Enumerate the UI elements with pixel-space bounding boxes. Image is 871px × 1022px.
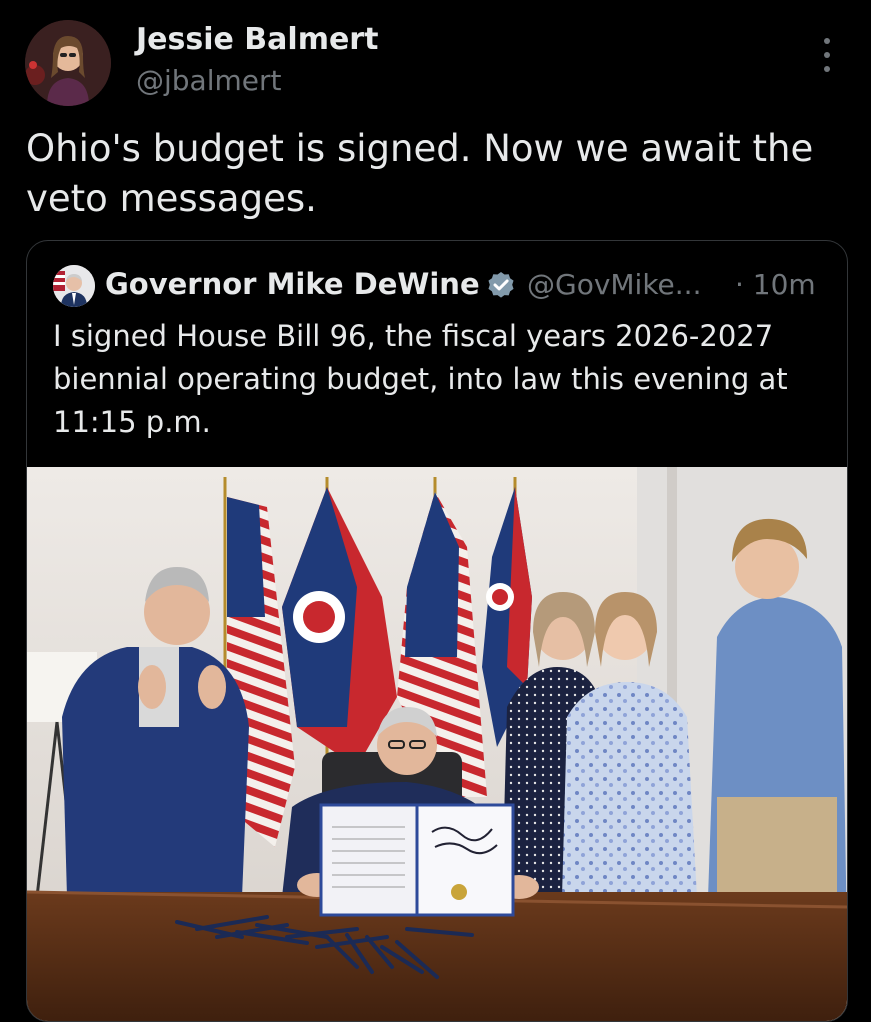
quoted-author-name[interactable]: Governor Mike DeWine <box>105 267 480 301</box>
verified-badge-icon <box>488 272 514 298</box>
quoted-author-avatar[interactable] <box>53 265 95 307</box>
quoted-tweet-text: I signed House Bill 96, the fiscal years… <box>53 319 788 439</box>
quoted-timestamp[interactable]: · 10m <box>735 268 816 301</box>
author-avatar[interactable] <box>25 20 111 106</box>
bill-signing-photo[interactable] <box>27 467 847 1021</box>
quoted-tweet-card[interactable]: Governor Mike DeWine @GovMike... · 10m I… <box>26 240 848 1022</box>
tweet-text: Ohio's budget is signed. Now we await th… <box>26 127 814 220</box>
author-name[interactable]: Jessie Balmert <box>136 22 378 57</box>
author-handle[interactable]: @jbalmert <box>136 64 281 97</box>
quoted-author-handle[interactable]: @GovMike... <box>527 268 701 301</box>
more-options-icon[interactable] <box>815 38 839 72</box>
